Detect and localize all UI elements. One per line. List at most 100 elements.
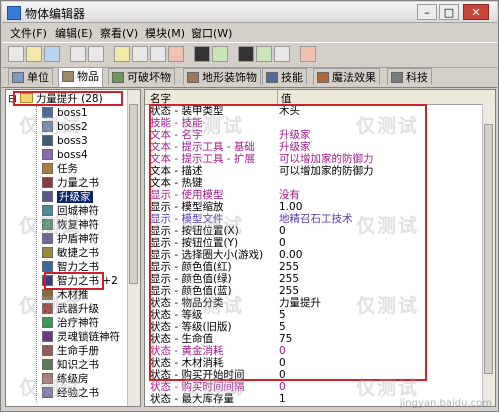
tree-item[interactable]: 经验之书 bbox=[42, 387, 99, 400]
upgrade-icon bbox=[391, 72, 403, 83]
item-icon bbox=[42, 261, 53, 272]
open-folder-icon[interactable] bbox=[26, 46, 42, 62]
scrollbar-thumb[interactable] bbox=[484, 124, 493, 374]
tree-item[interactable]: 敏捷之书 bbox=[42, 247, 99, 260]
tree-scrollbar[interactable] bbox=[127, 90, 140, 406]
menu-bar: 文件(F) 编辑(E) 察看(V) 模块(M) 窗口(W) bbox=[2, 23, 497, 41]
item-icon bbox=[42, 177, 53, 188]
menu-module[interactable]: 模块(M) bbox=[145, 25, 185, 41]
copy-icon[interactable] bbox=[70, 46, 86, 62]
tree-item[interactable]: 木材推 bbox=[42, 289, 89, 302]
tree-item[interactable]: 任务 bbox=[42, 163, 78, 176]
menu-window[interactable]: 窗口(W) bbox=[191, 25, 232, 41]
toolbar bbox=[2, 42, 497, 68]
tab-abilities[interactable]: 技能 bbox=[262, 68, 307, 85]
item-icon bbox=[42, 331, 53, 342]
tree-item[interactable]: 生命手册 bbox=[42, 345, 99, 358]
tree-item-label: 武器升级 bbox=[57, 303, 99, 315]
item-icon bbox=[42, 345, 53, 356]
item-icon bbox=[62, 71, 74, 82]
unit-icon bbox=[12, 72, 24, 83]
save-icon[interactable] bbox=[44, 46, 60, 62]
tab-units[interactable]: 单位 bbox=[8, 68, 53, 85]
item-icon bbox=[42, 289, 53, 300]
item-icon bbox=[42, 317, 53, 328]
paste-icon[interactable] bbox=[88, 46, 104, 62]
tree-item-label: 治疗神符 bbox=[57, 317, 99, 329]
tree-item[interactable]: 力量之书 bbox=[42, 177, 99, 190]
item-icon bbox=[42, 387, 53, 398]
highlight-box-properties bbox=[149, 104, 427, 381]
tree-item[interactable]: 恢复神符 bbox=[42, 219, 99, 232]
book-icon[interactable] bbox=[256, 46, 272, 62]
tree-item[interactable]: 治疗神符 bbox=[42, 317, 99, 330]
tools-icon[interactable] bbox=[274, 46, 290, 62]
close-button[interactable]: ✕ bbox=[463, 4, 489, 20]
tree-item[interactable]: 回城神符 bbox=[42, 205, 99, 218]
property-value[interactable]: 1 bbox=[279, 393, 286, 405]
tree-item-label: 灵魂锁链神符 bbox=[57, 331, 120, 343]
property-value[interactable]: 0 bbox=[279, 381, 286, 393]
tree-item-label: 任务 bbox=[57, 163, 78, 175]
menu-edit[interactable]: 编辑(E) bbox=[55, 25, 93, 41]
tree-item[interactable]: boss3 bbox=[42, 135, 88, 148]
category-tabs: 单位 物品 可破坏物 地形装饰物 技能 魔法效果 科技 bbox=[2, 67, 497, 88]
tab-upgrades[interactable]: 科技 bbox=[387, 68, 432, 85]
item-icon bbox=[42, 149, 53, 160]
box-icon[interactable] bbox=[194, 46, 210, 62]
monitor-icon[interactable] bbox=[212, 46, 228, 62]
tree-item-label: 木材推 bbox=[57, 289, 89, 301]
buff-icon bbox=[317, 72, 329, 83]
tree-item-label: 经验之书 bbox=[57, 387, 99, 399]
item-icon bbox=[42, 247, 53, 258]
item-icon bbox=[42, 219, 53, 230]
menu-file[interactable]: 文件(F) bbox=[10, 25, 47, 41]
tree-item[interactable]: 武器升级 bbox=[42, 303, 99, 316]
column-divider[interactable] bbox=[277, 90, 278, 104]
item-icon bbox=[42, 163, 53, 174]
menu-view[interactable]: 察看(V) bbox=[100, 25, 138, 41]
title-bar[interactable]: 物体编辑器 – □ ✕ bbox=[2, 2, 497, 23]
maximize-button[interactable]: □ bbox=[439, 4, 459, 20]
item-icon bbox=[42, 303, 53, 314]
tree-item[interactable]: 练级房 bbox=[42, 373, 89, 386]
tree-item[interactable]: boss4 bbox=[42, 149, 88, 162]
property-name: 状态 - 购买时间间隔 bbox=[150, 381, 245, 393]
highlight-box-root bbox=[13, 91, 123, 106]
tree-item[interactable]: boss2 bbox=[42, 121, 88, 134]
sound-icon[interactable] bbox=[132, 46, 148, 62]
text-a-icon[interactable] bbox=[114, 46, 130, 62]
settings-icon[interactable] bbox=[300, 46, 316, 62]
new-file-icon[interactable] bbox=[8, 46, 24, 62]
tab-doodads[interactable]: 地形装饰物 bbox=[183, 68, 261, 85]
tree-item[interactable]: 灵魂锁链神符 bbox=[42, 331, 120, 344]
item-icon bbox=[42, 359, 53, 370]
pen-icon[interactable] bbox=[238, 46, 254, 62]
tree-item-label: 升级家 bbox=[57, 191, 93, 203]
property-row[interactable]: 状态 - 购买时间间隔 0 bbox=[145, 381, 485, 393]
tree-item-label: 练级房 bbox=[57, 373, 89, 385]
minimize-button[interactable]: – bbox=[417, 4, 437, 20]
grid-scrollbar[interactable] bbox=[482, 104, 495, 406]
tab-destructibles[interactable]: 可破坏物 bbox=[108, 68, 175, 85]
item-icon bbox=[42, 135, 53, 146]
item-icon bbox=[42, 205, 53, 216]
tree-item-label: boss4 bbox=[57, 149, 88, 161]
tree-item[interactable]: boss1 bbox=[42, 107, 88, 120]
grid-icon[interactable] bbox=[150, 46, 166, 62]
pin-icon[interactable] bbox=[168, 46, 184, 62]
object-editor-window: 物体编辑器 – □ ✕ 文件(F) 编辑(E) 察看(V) 模块(M) 窗口(W… bbox=[0, 0, 499, 412]
scrollbar-thumb[interactable] bbox=[129, 104, 138, 284]
tab-items[interactable]: 物品 bbox=[58, 67, 103, 87]
doodad-icon bbox=[187, 72, 199, 83]
tree-item-label: 护盾神符 bbox=[57, 233, 99, 245]
watermark-url: jingyan.baidu.com bbox=[399, 398, 492, 409]
object-tree[interactable]: ⊟ 力量提升 (28) boss1 boss2 boss3 boss4 任务 力量之书 升级家… bbox=[5, 89, 141, 407]
ability-icon bbox=[266, 72, 278, 83]
tree-item-label: 恢复神符 bbox=[57, 219, 99, 231]
tree-item[interactable]: 知识之书 bbox=[42, 359, 99, 372]
tree-item[interactable]: 护盾神符 bbox=[42, 233, 99, 246]
tree-guide-line bbox=[36, 106, 37, 402]
tree-item[interactable]: 升级家 bbox=[42, 191, 93, 204]
tab-buffs[interactable]: 魔法效果 bbox=[313, 68, 380, 85]
